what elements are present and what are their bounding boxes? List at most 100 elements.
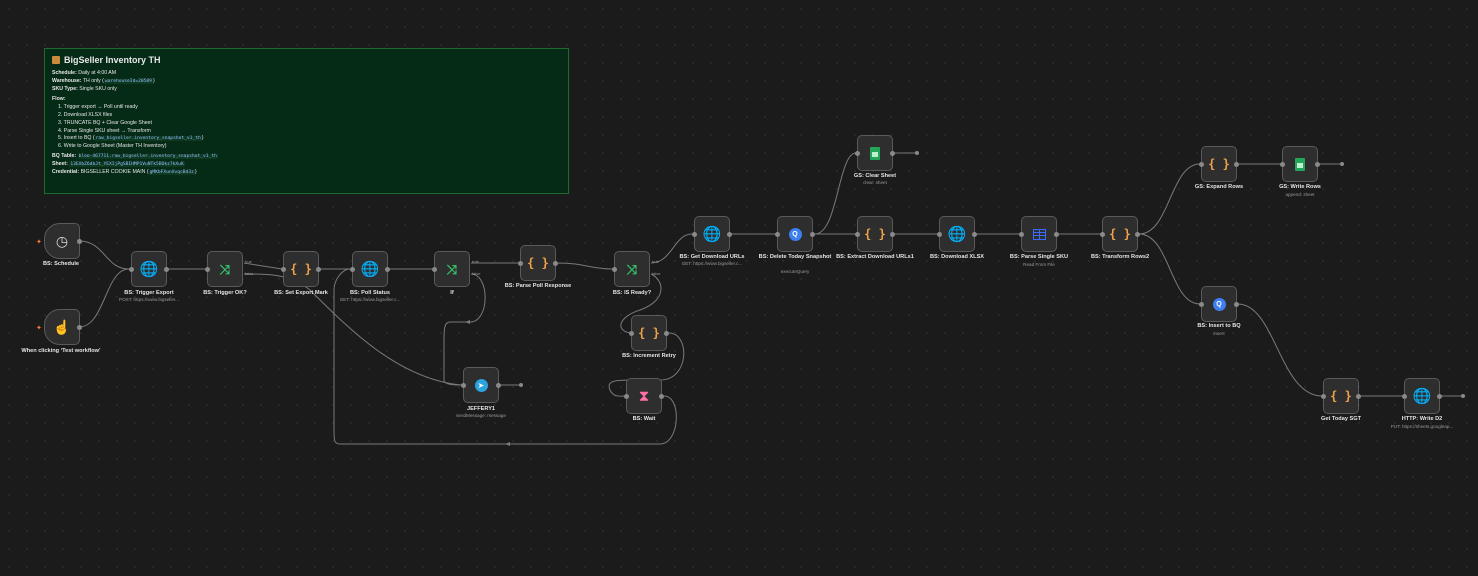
node-label: When clicking ‘Test workflow’ [21,348,101,354]
input-port[interactable] [1199,302,1204,307]
node-write-rows[interactable] [1280,146,1320,182]
flow-step: 2. Download XLSX files [58,111,113,118]
node-schedule[interactable]: ✦ ◷ [36,223,82,259]
node-clear-sheet[interactable] [855,135,895,171]
schedule-label: Schedule: [52,70,77,76]
flow-step-5: 5. Insert to BQ (raw_bigseller.inventory… [58,135,561,143]
node-trigger-ok[interactable]: ⤨ [205,251,243,287]
code-braces-icon: { } [638,326,660,340]
input-port[interactable] [775,232,780,237]
node-expand-rows[interactable]: { } [1199,146,1239,182]
globe-icon: 🌐 [1412,387,1432,405]
output-port[interactable] [316,267,321,272]
node-is-ready[interactable]: ⤨ [612,251,650,287]
node-poll-status[interactable]: 🌐 [350,251,390,287]
output-port[interactable] [1437,394,1442,399]
node-trigger-export[interactable]: 🌐 [129,251,169,287]
output-port[interactable] [553,261,558,266]
input-port[interactable] [461,383,466,388]
input-port[interactable] [629,331,634,336]
end-dot[interactable] [519,383,523,387]
credential-code: gMKbFXunXvqcBd3z [148,169,195,175]
trigger-bolt-icon: ✦ [36,239,42,246]
node-if[interactable]: ⤨ [432,251,470,287]
output-port[interactable] [890,151,895,156]
input-port[interactable] [518,261,523,266]
node-delete-today-snapshot[interactable]: Q [775,216,815,252]
node-label: BS: Insert to BQ [1197,323,1241,329]
credential-label: Credential: [52,168,80,175]
bigquery-icon: Q [788,227,802,241]
output-port[interactable] [1234,162,1239,167]
input-port[interactable] [855,232,860,237]
node-set-export-mark[interactable]: { } [281,251,321,287]
input-port[interactable] [205,267,210,272]
input-port[interactable] [1402,394,1407,399]
output-port[interactable] [727,232,732,237]
input-port[interactable] [624,394,629,399]
input-port[interactable] [692,232,697,237]
output-port[interactable] [664,331,669,336]
output-port[interactable] [890,232,895,237]
output-port[interactable] [659,394,664,399]
input-port[interactable] [855,151,860,156]
workflow-canvas[interactable]: BigSeller Inventory TH Schedule: Daily a… [0,0,1478,576]
node-jeffery1[interactable]: ➤ [461,367,501,403]
node-parse-single-sku[interactable] [1019,216,1059,252]
input-port[interactable] [432,267,437,272]
output-port[interactable] [1054,232,1059,237]
sticky-title-text: BigSeller Inventory TH [64,55,161,65]
input-port[interactable] [129,267,134,272]
branch-true-label: true [245,259,252,264]
sheet-value: 13EXbZ6dbJt_YEXIjPgSBIHMP1VuNTk5BOkz7kXu… [69,161,185,167]
node-http-write-d2[interactable]: 🌐 [1402,378,1442,414]
output-port[interactable] [164,267,169,272]
output-port[interactable] [1315,162,1320,167]
input-port[interactable] [1019,232,1024,237]
node-increment-retry[interactable]: { } [629,315,669,351]
output-port[interactable] [1135,232,1140,237]
input-port[interactable] [937,232,942,237]
end-dot[interactable] [915,151,919,155]
node-extract-download-urls[interactable]: { } [855,216,895,252]
output-port[interactable] [810,232,815,237]
flow-step: 6. Write to Google Sheet (Master TH Inve… [58,143,167,150]
output-port[interactable] [972,232,977,237]
node-label: BS: Wait [632,416,656,422]
end-dot[interactable] [1340,162,1344,166]
input-port[interactable] [1321,394,1326,399]
flow-step-5-code: raw_bigseller.inventory_snapshot_v1_th [94,136,202,142]
node-subtitle: clear: sheet [863,180,887,185]
node-label: BS: Parse Poll Response [504,283,572,289]
output-port[interactable] [77,239,82,244]
globe-icon: 🌐 [360,260,380,278]
sku-value: Single SKU only [79,85,117,92]
output-port[interactable] [1356,394,1361,399]
output-port[interactable] [385,267,390,272]
globe-icon: 🌐 [139,260,159,278]
output-port[interactable] [1234,302,1239,307]
end-dot[interactable] [1461,394,1465,398]
node-get-today-sgt[interactable]: { } [1321,378,1361,414]
input-port[interactable] [281,267,286,272]
bq-table-value: bloo-467711.raw_bigseller.inventory_snap… [77,153,218,159]
sheets-icon [1295,157,1305,171]
node-download-xlsx[interactable]: 🌐 [937,216,977,252]
flow-step-5-text: 5. Insert to BQ ( [58,135,95,142]
node-insert-to-bq[interactable]: Q [1199,286,1239,322]
node-get-download-urls[interactable]: 🌐 [692,216,732,252]
node-label: BS: Transform Rows2 [1090,254,1150,260]
input-port[interactable] [1199,162,1204,167]
input-port[interactable] [1280,162,1285,167]
input-port[interactable] [612,267,617,272]
node-parse-poll-response[interactable]: { } [518,245,558,281]
node-manual-trigger[interactable]: ✦ ☝ [36,309,82,345]
node-wait[interactable]: ⧗ [624,378,664,414]
input-port[interactable] [350,267,355,272]
input-port[interactable] [1100,232,1105,237]
node-transform-rows[interactable]: { } [1100,216,1140,252]
output-port[interactable] [77,325,82,330]
sticky-note[interactable]: BigSeller Inventory TH Schedule: Daily a… [44,48,569,194]
output-port[interactable] [496,383,501,388]
sheets-icon [870,146,880,160]
